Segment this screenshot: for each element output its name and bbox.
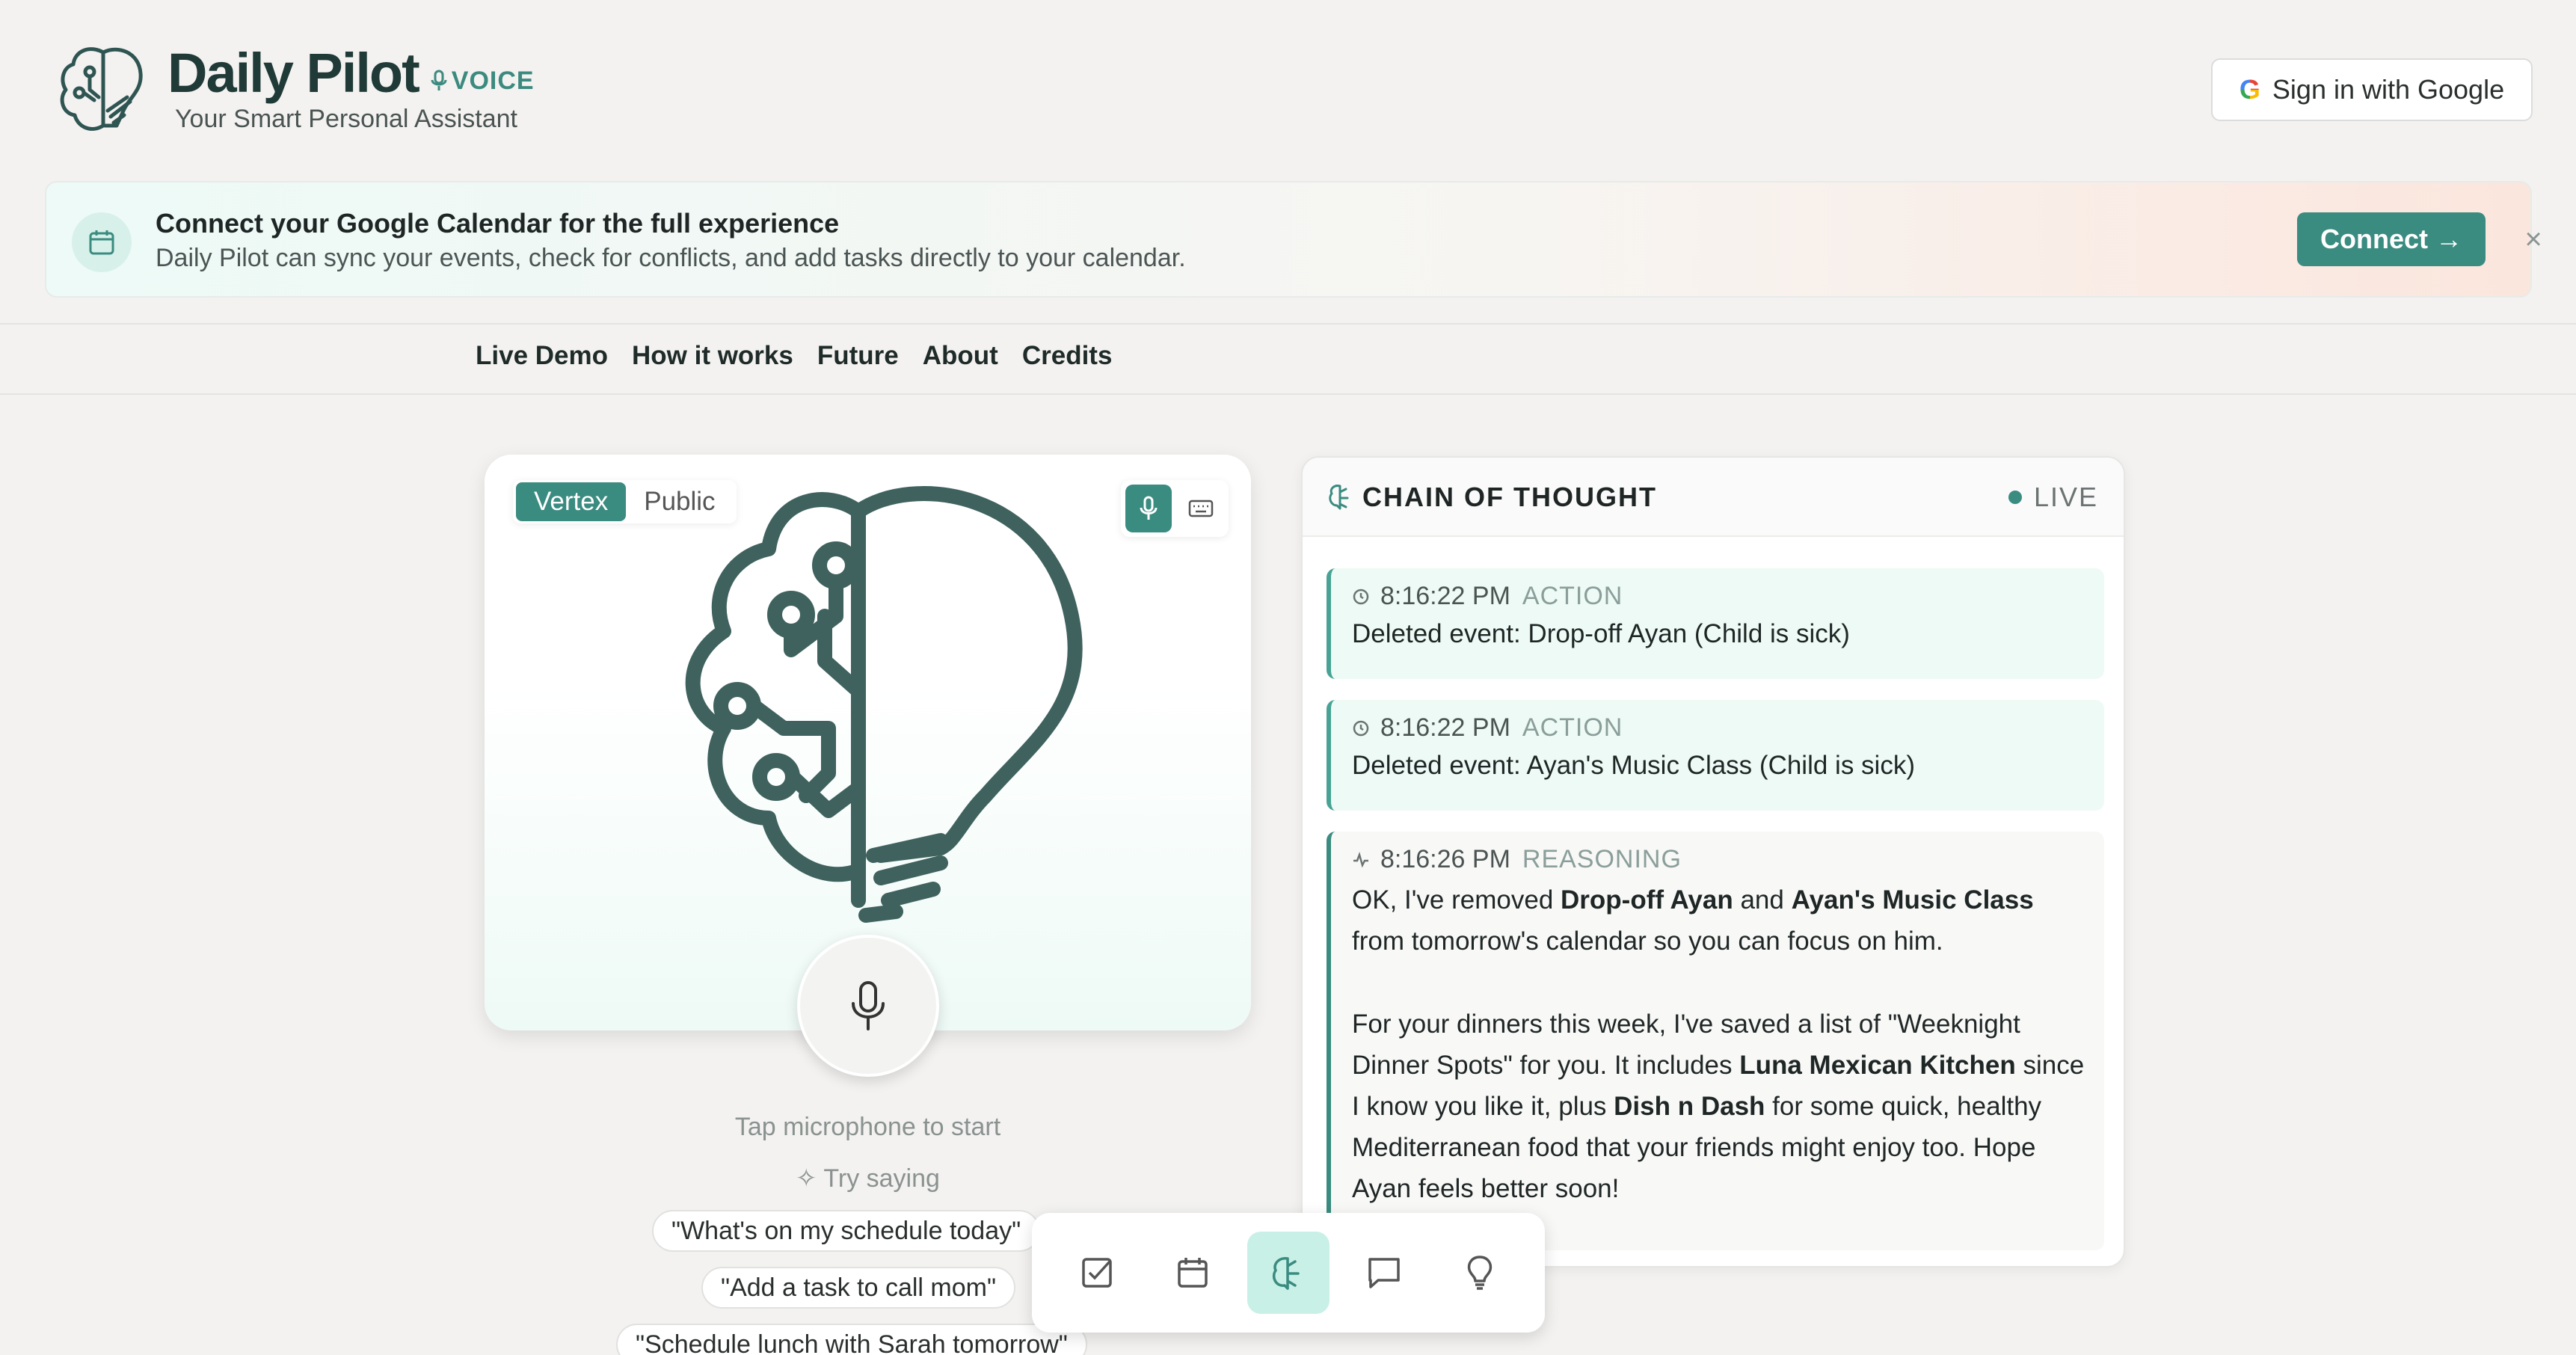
- entry-time: 8:16:22 PM: [1380, 582, 1510, 610]
- cot-entry-action: 8:16:22 PM ACTION Deleted event: Drop-of…: [1327, 568, 2104, 679]
- dock-ideas-button[interactable]: [1439, 1232, 1521, 1314]
- chat-bubble-icon: [1368, 1258, 1400, 1288]
- keyboard-icon[interactable]: [1178, 485, 1224, 532]
- calendar-icon: [72, 212, 132, 272]
- dock-tasks-button[interactable]: [1056, 1232, 1138, 1314]
- live-label: LIVE: [2033, 482, 2098, 512]
- dock-calendar-button[interactable]: [1152, 1232, 1234, 1314]
- brand-title: Daily Pilot: [167, 42, 420, 104]
- nav-live-demo[interactable]: Live Demo: [476, 341, 608, 371]
- reasoning-text: OK, I've removed Drop-off Ayan and Ayan'…: [1352, 885, 2085, 1203]
- main-nav: Live Demo How it works Future About Cred…: [0, 323, 2576, 395]
- brain-bulb-illustration: [685, 486, 1083, 923]
- brain-icon: [1272, 1257, 1300, 1290]
- suggestion-chip[interactable]: "Add a task to call mom": [701, 1267, 1016, 1309]
- dock-thoughts-button[interactable]: [1247, 1232, 1330, 1314]
- google-signin-label: Sign in with Google: [2272, 74, 2505, 105]
- google-signin-button[interactable]: G Sign in with Google: [2211, 58, 2533, 121]
- nav-how-it-works[interactable]: How it works: [632, 341, 793, 371]
- input-mode-toggle: [1121, 480, 1229, 537]
- connect-calendar-button[interactable]: Connect →: [2297, 212, 2486, 266]
- cot-entry-action: 8:16:22 PM ACTION Deleted event: Ayan's …: [1327, 700, 2104, 811]
- entry-kind: REASONING: [1522, 845, 1682, 873]
- nav-about[interactable]: About: [923, 341, 998, 371]
- clock-icon: [1353, 720, 1369, 736]
- app-window: Daily Pilot VOICE Your Smart Personal As…: [0, 0, 2576, 1355]
- live-indicator: LIVE: [2008, 482, 2098, 513]
- suggestion-chip[interactable]: "What's on my schedule today": [652, 1210, 1041, 1252]
- clock-icon: [1353, 589, 1369, 604]
- bottom-dock: [1032, 1213, 1545, 1333]
- try-saying-label: ✧ Try saying: [796, 1164, 940, 1193]
- app-header: Daily Pilot VOICE Your Smart Personal As…: [52, 37, 535, 142]
- model-vertex[interactable]: Vertex: [516, 482, 627, 521]
- nav-future[interactable]: Future: [817, 341, 899, 371]
- model-toggle: Vertex Public: [513, 480, 737, 523]
- entry-time: 8:16:26 PM: [1380, 845, 1510, 873]
- cot-entry-reasoning: 8:16:26 PM REASONING OK, I've removed Dr…: [1327, 832, 2104, 1250]
- voice-badge: VOICE: [431, 67, 535, 96]
- banner-title: Connect your Google Calendar for the ful…: [156, 208, 840, 239]
- brand-subtitle: Your Smart Personal Assistant: [175, 105, 517, 133]
- brand-block: Daily Pilot VOICE Your Smart Personal As…: [167, 37, 535, 134]
- nav-credits[interactable]: Credits: [1022, 341, 1113, 371]
- microphone-button[interactable]: [797, 935, 939, 1077]
- voice-badge-label: VOICE: [451, 66, 535, 95]
- entry-kind: ACTION: [1522, 713, 1623, 742]
- suggestion-chip[interactable]: "Schedule lunch with Sarah tomorrow": [616, 1324, 1087, 1355]
- chain-of-thought-panel: CHAIN OF THOUGHT LIVE 8:16:22 PM ACTION …: [1301, 456, 2125, 1268]
- cot-title: CHAIN OF THOUGHT: [1362, 482, 1657, 512]
- dock-chat-button[interactable]: [1343, 1232, 1425, 1314]
- banner-text: Daily Pilot can sync your events, check …: [156, 244, 1186, 272]
- live-dot: [2008, 491, 2022, 504]
- google-icon: G: [2239, 74, 2260, 105]
- model-public[interactable]: Public: [626, 482, 733, 521]
- entry-time: 8:16:22 PM: [1380, 713, 1510, 742]
- entry-text: Deleted event: Drop-off Ayan (Child is s…: [1352, 619, 1850, 648]
- calendar-connect-banner: Connect your Google Calendar for the ful…: [45, 181, 2542, 298]
- pulse-icon: [1353, 851, 1368, 867]
- calendar-icon: [1178, 1258, 1208, 1288]
- mic-mode-icon[interactable]: [1125, 485, 1172, 532]
- entry-text: Deleted event: Ayan's Music Class (Child…: [1352, 751, 1915, 780]
- brain-bulb-icon: [60, 47, 143, 131]
- lightbulb-icon: [1467, 1256, 1493, 1290]
- microphone-icon: [852, 981, 885, 1030]
- cot-header: CHAIN OF THOUGHT LIVE: [1303, 458, 2124, 537]
- brain-icon: [1329, 485, 1349, 510]
- close-icon[interactable]: ×: [2517, 223, 2550, 256]
- checkbox-icon: [1082, 1258, 1112, 1288]
- mic-icon: [431, 70, 447, 90]
- tap-hint: Tap microphone to start: [734, 1113, 1001, 1141]
- entry-kind: ACTION: [1522, 582, 1623, 610]
